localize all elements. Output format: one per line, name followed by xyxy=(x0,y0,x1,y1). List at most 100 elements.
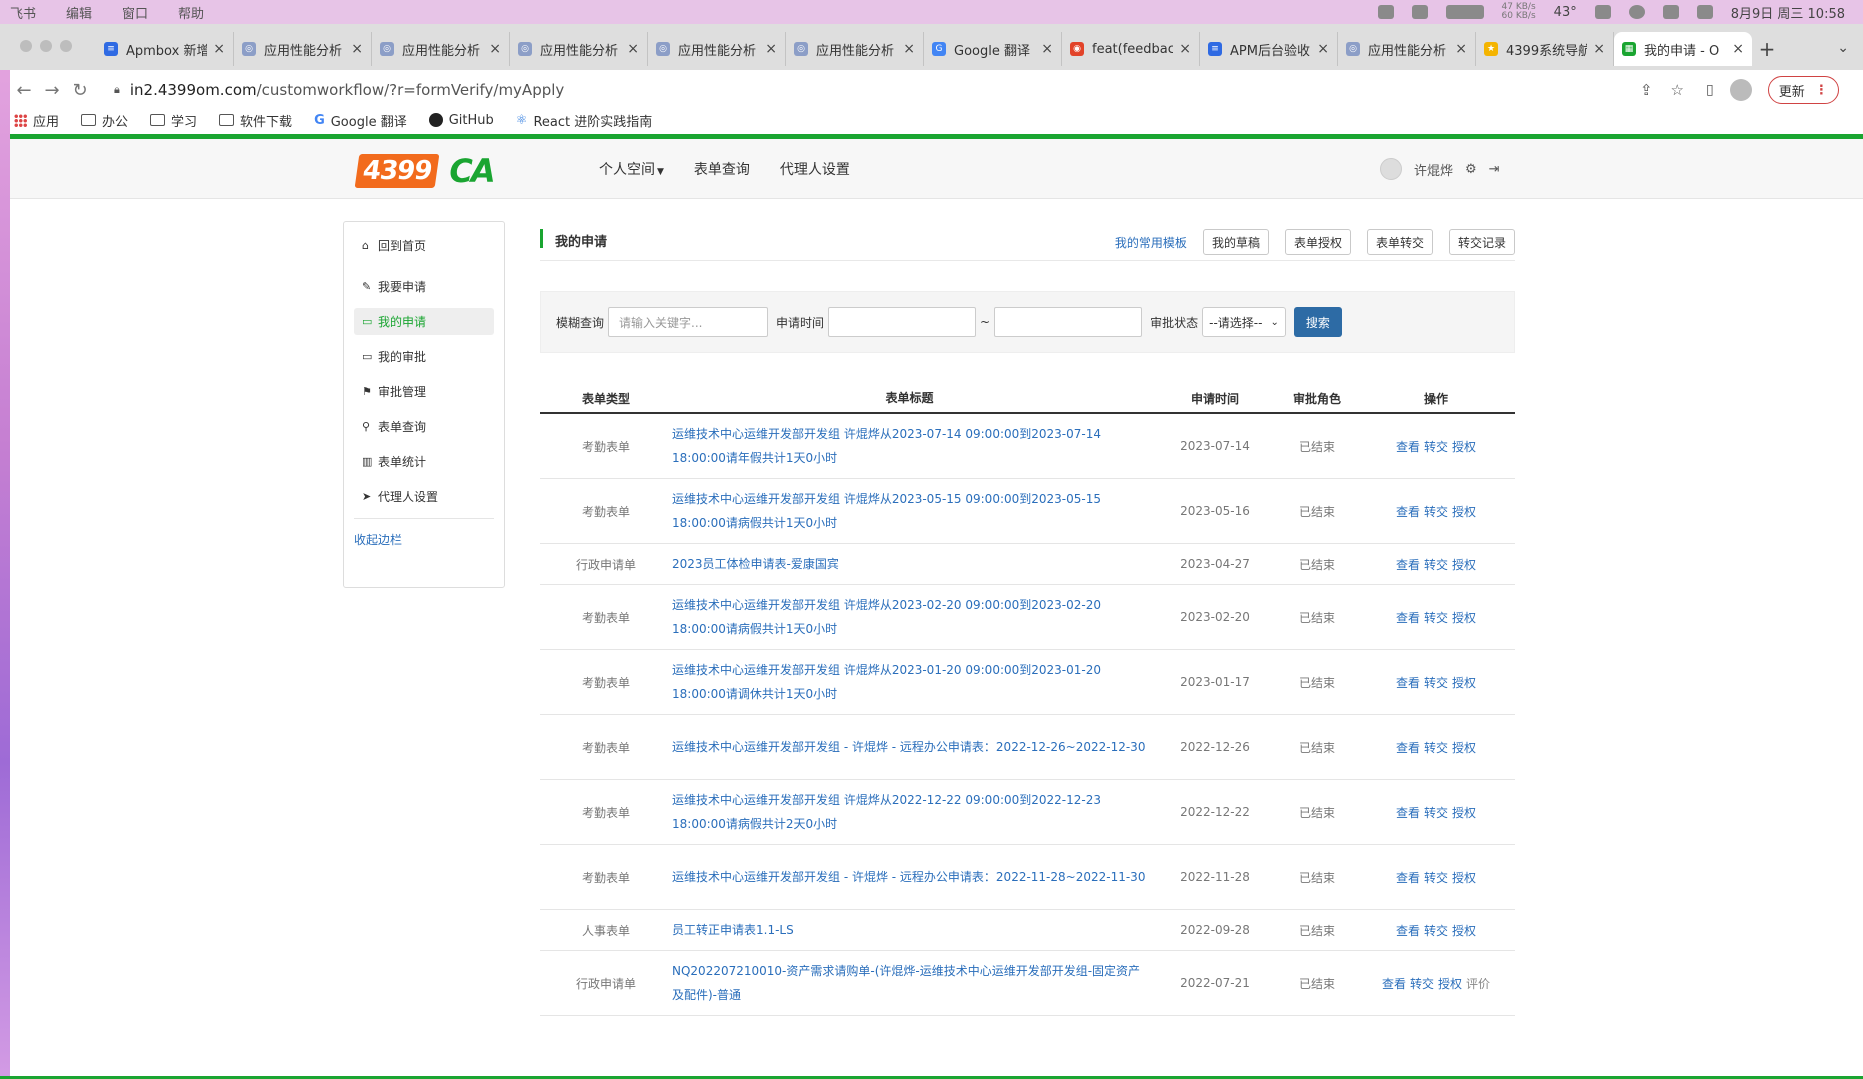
lock-icon[interactable]: 🔒︎ xyxy=(114,83,120,97)
row-op-link[interactable]: 查看 xyxy=(1396,505,1420,519)
row-op-link[interactable]: 授权 xyxy=(1452,558,1476,572)
end-date-input[interactable] xyxy=(994,307,1143,337)
user-avatar[interactable] xyxy=(1380,158,1402,180)
bookmark-item[interactable]: 应用 xyxy=(14,111,59,130)
logout-icon[interactable]: ⇥ xyxy=(1489,162,1500,177)
settings-gear-icon[interactable]: ⚙ xyxy=(1465,162,1477,177)
row-op-link[interactable]: 查看 xyxy=(1396,676,1420,690)
menubar-help[interactable]: 帮助 xyxy=(178,3,204,22)
row-op-link[interactable]: 查看 xyxy=(1396,440,1420,454)
row-op-link[interactable]: 转交 xyxy=(1424,871,1448,885)
row-op-link[interactable]: 转交 xyxy=(1424,505,1448,519)
username[interactable]: 许焜烨 xyxy=(1414,160,1453,179)
close-tab-icon[interactable]: × xyxy=(1455,41,1467,57)
sidebar-item[interactable]: ▭ 我的申请 xyxy=(354,308,494,335)
cell-form-title-link[interactable]: 运维技术中心运维开发部开发组 许焜烨从2023-05-15 09:00:00到2… xyxy=(672,487,1153,535)
bookmark-item[interactable]: 学习 xyxy=(150,111,197,130)
browser-tab[interactable]: ◎ 应用性能分析 × xyxy=(786,32,924,66)
row-op-link[interactable]: 授权 xyxy=(1452,440,1476,454)
sidebar-item[interactable]: ✎ 我要申请 xyxy=(354,273,494,300)
sidebar-item[interactable]: ➤ 代理人设置 xyxy=(354,483,494,510)
sidebar-item[interactable]: ▭ 我的审批 xyxy=(354,343,494,370)
row-op-link[interactable]: 授权 xyxy=(1452,676,1476,690)
menubar-app-icon[interactable] xyxy=(1411,5,1428,19)
header-form-type[interactable]: 表单类型 xyxy=(540,390,672,407)
close-tab-icon[interactable]: × xyxy=(1317,41,1329,57)
row-op-link[interactable]: 转交 xyxy=(1424,440,1448,454)
browser-tab[interactable]: ◎ 应用性能分析 × xyxy=(372,32,510,66)
maximize-window-icon[interactable] xyxy=(60,40,72,52)
header-apply-time[interactable]: 申请时间 xyxy=(1153,390,1277,407)
browser-tab[interactable]: ★ 4399系统导航 × xyxy=(1476,32,1614,66)
control-center-icon[interactable] xyxy=(1696,5,1713,19)
row-op-link[interactable]: 转交 xyxy=(1424,676,1448,690)
row-op-link[interactable]: 查看 xyxy=(1396,611,1420,625)
nav-form-query[interactable]: 表单查询 xyxy=(694,159,750,179)
cell-form-title-link[interactable]: 运维技术中心运维开发部开发组 许焜烨从2023-07-14 09:00:00到2… xyxy=(672,422,1153,470)
row-op-link[interactable]: 查看 xyxy=(1396,558,1420,572)
share-icon[interactable]: ⇪ xyxy=(1640,81,1653,99)
header-approval-role[interactable]: 审批角色 xyxy=(1277,390,1357,407)
row-op-link[interactable]: 转交 xyxy=(1424,558,1448,572)
cell-form-title-link[interactable]: 运维技术中心运维开发部开发组 许焜烨从2023-01-20 09:00:00到2… xyxy=(672,658,1153,706)
menubar-app[interactable]: 飞书 xyxy=(10,3,36,22)
bookmark-item[interactable]: G Google 翻译 xyxy=(314,111,407,130)
row-op-link[interactable]: 查看 xyxy=(1396,871,1420,885)
tab-search-icon[interactable]: ⌄ xyxy=(1837,40,1849,56)
bookmark-star-icon[interactable]: ☆ xyxy=(1671,81,1684,99)
sidebar-item[interactable]: ⚲ 表单查询 xyxy=(354,413,494,440)
row-op-link[interactable]: 转交 xyxy=(1424,806,1448,820)
status-select[interactable]: --请选择-- ⌄ xyxy=(1202,307,1286,337)
close-tab-icon[interactable]: × xyxy=(489,41,501,57)
cell-form-title-link[interactable]: 2023员工体检申请表-爱康国宾 xyxy=(672,552,1153,576)
close-tab-icon[interactable]: × xyxy=(765,41,777,57)
browser-tab[interactable]: ◎ 应用性能分析 × xyxy=(1338,32,1476,66)
browser-tab[interactable]: ◎ 应用性能分析 × xyxy=(234,32,372,66)
header-form-title[interactable]: 表单标题 xyxy=(672,386,1153,410)
row-op-link[interactable]: 查看 xyxy=(1396,741,1420,755)
cell-form-title-link[interactable]: 运维技术中心运维开发部开发组 - 许焜烨 - 远程办公申请表：2022-11-2… xyxy=(672,865,1153,889)
keyword-input[interactable]: 请输入关键字... xyxy=(608,307,769,337)
row-op-link[interactable]: 转交 xyxy=(1424,924,1448,938)
nav-personal-space[interactable]: 个人空间 ▼ xyxy=(599,159,664,179)
cell-form-title-link[interactable]: NQ202207210010-资产需求请购单-(许焜烨-运维技术中心运维开发部开… xyxy=(672,959,1153,1007)
side-panel-icon[interactable]: ▯ xyxy=(1706,82,1714,98)
sidebar-item[interactable]: ⚑ 审批管理 xyxy=(354,378,494,405)
cell-form-title-link[interactable]: 运维技术中心运维开发部开发组 许焜烨从2022-12-22 09:00:00到2… xyxy=(672,788,1153,836)
form-authorize-button[interactable]: 表单授权 xyxy=(1284,229,1351,255)
address-bar[interactable]: 🔒︎ in2.4399om.com/customworkflow/?r=form… xyxy=(102,74,1692,106)
row-op-link[interactable]: 授权 xyxy=(1438,977,1462,991)
close-tab-icon[interactable]: × xyxy=(1041,41,1053,57)
bookmark-item[interactable]: 软件下载 xyxy=(219,111,292,130)
browser-tab[interactable]: G Google 翻译 × xyxy=(924,32,1062,66)
row-op-link[interactable]: 查看 xyxy=(1382,977,1406,991)
close-tab-icon[interactable]: × xyxy=(1732,41,1744,57)
row-op-link[interactable]: 授权 xyxy=(1452,806,1476,820)
cell-form-title-link[interactable]: 员工转正申请表1.1-LS xyxy=(672,918,1153,942)
clock[interactable]: 8月9日 周三 10:58 xyxy=(1731,3,1845,22)
row-op-link[interactable]: 查看 xyxy=(1396,806,1420,820)
menubar-app-icon[interactable] xyxy=(1628,5,1645,19)
row-op-link[interactable]: 转交 xyxy=(1424,611,1448,625)
row-op-link[interactable]: 转交 xyxy=(1410,977,1434,991)
menubar-window[interactable]: 窗口 xyxy=(122,3,148,22)
bookmark-item[interactable]: 办公 xyxy=(81,111,128,130)
row-op-link[interactable]: 转交 xyxy=(1424,741,1448,755)
close-tab-icon[interactable]: × xyxy=(627,41,639,57)
row-op-link[interactable]: 授权 xyxy=(1452,611,1476,625)
profile-avatar-icon[interactable] xyxy=(1729,79,1752,101)
minimize-window-icon[interactable] xyxy=(40,40,52,52)
menubar-edit[interactable]: 编辑 xyxy=(66,3,92,22)
input-source-icon[interactable] xyxy=(1662,5,1679,19)
browser-tab[interactable]: ≡ Apmbox 新增 × xyxy=(96,32,234,66)
browser-tab[interactable]: ◎ 应用性能分析 × xyxy=(510,32,648,66)
my-drafts-button[interactable]: 我的草稿 xyxy=(1202,229,1269,255)
browser-tab[interactable]: ▦ 我的申请 - O × xyxy=(1614,32,1752,66)
common-templates-link[interactable]: 我的常用模板 xyxy=(1115,234,1187,251)
forward-icon[interactable]: → xyxy=(38,80,66,101)
reload-icon[interactable]: ↻ xyxy=(66,80,94,101)
start-date-input[interactable] xyxy=(828,307,977,337)
menubar-app-icon[interactable] xyxy=(1377,5,1394,19)
sidebar-item-home[interactable]: ⌂ 回到首页 xyxy=(354,232,494,259)
form-transfer-button[interactable]: 表单转交 xyxy=(1366,229,1433,255)
